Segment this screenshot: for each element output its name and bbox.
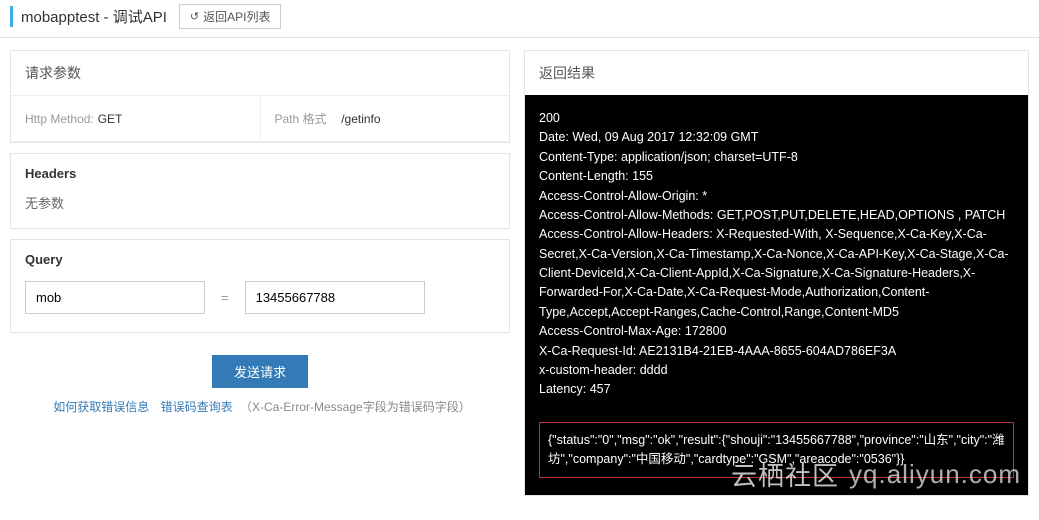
response-header-line: Content-Length: 155 [539,167,1014,186]
equals-sign: = [221,290,229,305]
response-header-line: Content-Type: application/json; charset=… [539,148,1014,167]
return-arrow-icon: ↺ [190,10,199,23]
path-label: Path 格式 [275,110,327,127]
page-title: mobapptest - 调试API [21,9,167,26]
status-code: 200 [539,109,1014,128]
response-header-line: Latency: 457 [539,380,1014,399]
back-to-api-list-button[interactable]: ↺ 返回API列表 [179,4,282,29]
query-title: Query [11,240,509,273]
path-value: /getinfo [341,112,380,126]
error-code-table-link[interactable]: 错误码查询表 [161,400,233,414]
response-header-line: Access-Control-Allow-Origin: * [539,187,1014,206]
result-title: 返回结果 [525,51,1028,95]
error-hint-text: （X-Ca-Error-Message字段为错误码字段） [240,400,471,414]
query-value-input[interactable] [245,281,425,314]
send-request-button[interactable]: 发送请求 [212,355,308,388]
http-method-value: GET [98,112,123,126]
response-header-line: X-Ca-Request-Id: AE2131B4-21EB-4AAA-8655… [539,342,1014,361]
http-method-cell: Http Method: GET [11,96,260,141]
path-cell: Path 格式 /getinfo [260,96,510,141]
request-params-title: 请求参数 [11,51,509,96]
response-header-line: Access-Control-Allow-Headers: X-Requeste… [539,225,1014,322]
response-header-line: x-custom-header: dddd [539,361,1014,380]
headers-empty-text: 无参数 [11,187,509,228]
response-header-line: Access-Control-Max-Age: 172800 [539,322,1014,341]
actions-area: 发送请求 如何获取错误信息 错误码查询表 （X-Ca-Error-Message… [10,355,510,429]
result-panel: 返回结果 200 Date: Wed, 09 Aug 2017 12:32:09… [524,50,1029,496]
request-params-panel: 请求参数 Http Method: GET Path 格式 /getinfo [10,50,510,143]
response-header-line: Date: Wed, 09 Aug 2017 12:32:09 GMT [539,128,1014,147]
error-info-link[interactable]: 如何获取错误信息 [53,400,149,414]
response-body: {"status":"0","msg":"ok","result":{"shou… [539,422,1014,479]
query-key-input[interactable] [25,281,205,314]
http-method-label: Http Method: [25,112,94,126]
query-panel: Query = [10,239,510,333]
headers-panel: Headers 无参数 [10,153,510,229]
result-console: 200 Date: Wed, 09 Aug 2017 12:32:09 GMTC… [525,95,1028,495]
response-header-line: Access-Control-Allow-Methods: GET,POST,P… [539,206,1014,225]
headers-title: Headers [11,154,509,187]
response-headers: Date: Wed, 09 Aug 2017 12:32:09 GMTConte… [539,128,1014,399]
back-button-label: 返回API列表 [203,8,270,25]
page-header: mobapptest - 调试API ↺ 返回API列表 [0,0,1039,35]
